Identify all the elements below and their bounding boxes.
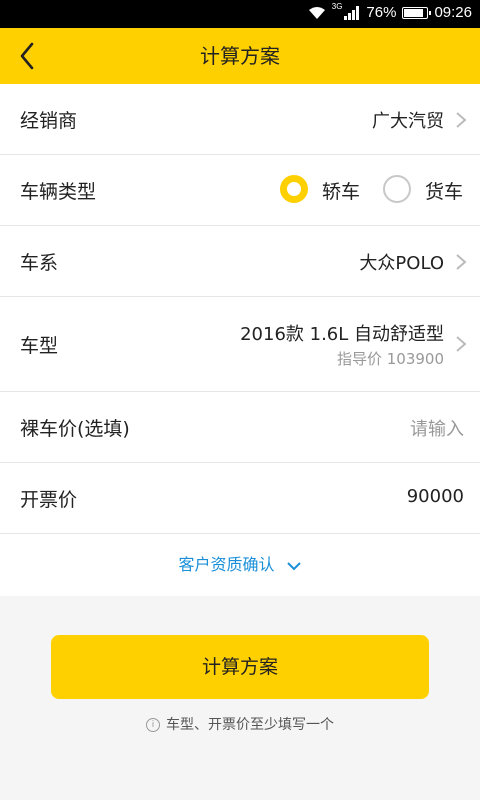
guide-price: 指导价 103900	[336, 350, 444, 368]
truck-radio[interactable]	[383, 175, 411, 203]
hint: i 车型、开票价至少填写一个	[0, 714, 480, 734]
model-value: 2016款 1.6L 自动舒适型	[240, 324, 444, 345]
model-label: 车型	[20, 335, 59, 357]
sedan-label[interactable]: 轿车	[322, 177, 360, 204]
series-value: 大众POLO	[359, 253, 444, 274]
bare-price-row: 裸车价(选填) 请输入	[0, 392, 480, 463]
invoice-price-input[interactable]: 90000	[407, 486, 464, 507]
bare-price-input[interactable]: 请输入	[410, 415, 464, 441]
series-label: 车系	[20, 252, 59, 274]
vehicle-type-row: 车辆类型 轿车 货车	[0, 155, 480, 226]
wifi-icon	[308, 6, 325, 19]
nav-bar: 计算方案	[0, 28, 480, 84]
sedan-radio[interactable]	[280, 175, 308, 203]
invoice-price-row: 开票价 90000	[0, 463, 480, 534]
chevron-right-icon	[456, 254, 467, 270]
customer-confirm-toggle[interactable]: 客户资质确认	[0, 551, 480, 575]
status-icons: 3G 76% 09:26	[308, 2, 472, 21]
invoice-price-label: 开票价	[20, 489, 78, 511]
signal-icon	[344, 5, 360, 20]
battery-percent: 76%	[366, 4, 397, 21]
dealer-label: 经销商	[20, 110, 78, 132]
chevron-right-icon	[456, 336, 467, 352]
info-icon: i	[146, 718, 160, 732]
hint-text: 车型、开票价至少填写一个	[166, 717, 334, 733]
clock: 09:26	[434, 4, 472, 21]
truck-label[interactable]: 货车	[425, 177, 463, 204]
network-type: 3G	[331, 2, 343, 11]
vehicle-type-label: 车辆类型	[20, 181, 97, 203]
chevron-right-icon	[456, 112, 467, 128]
series-row[interactable]: 车系 大众POLO	[0, 226, 480, 297]
battery-icon	[402, 6, 432, 19]
chevron-down-icon	[286, 561, 301, 570]
model-row[interactable]: 车型 2016款 1.6L 自动舒适型 指导价 103900	[0, 297, 480, 392]
calculate-plan-button[interactable]: 计算方案	[51, 635, 429, 699]
status-bar: 3G 76% 09:26	[0, 0, 480, 28]
page-title: 计算方案	[200, 44, 280, 68]
form-card: 经销商 广大汽贸 车辆类型 轿车 货车 车系 大众POLO 车型 2016款 1…	[0, 84, 480, 596]
bare-price-label: 裸车价(选填)	[20, 418, 130, 440]
dealer-row[interactable]: 经销商 广大汽贸	[0, 84, 480, 155]
dealer-value: 广大汽贸	[372, 111, 444, 132]
customer-confirm-label: 客户资质确认	[178, 555, 275, 574]
